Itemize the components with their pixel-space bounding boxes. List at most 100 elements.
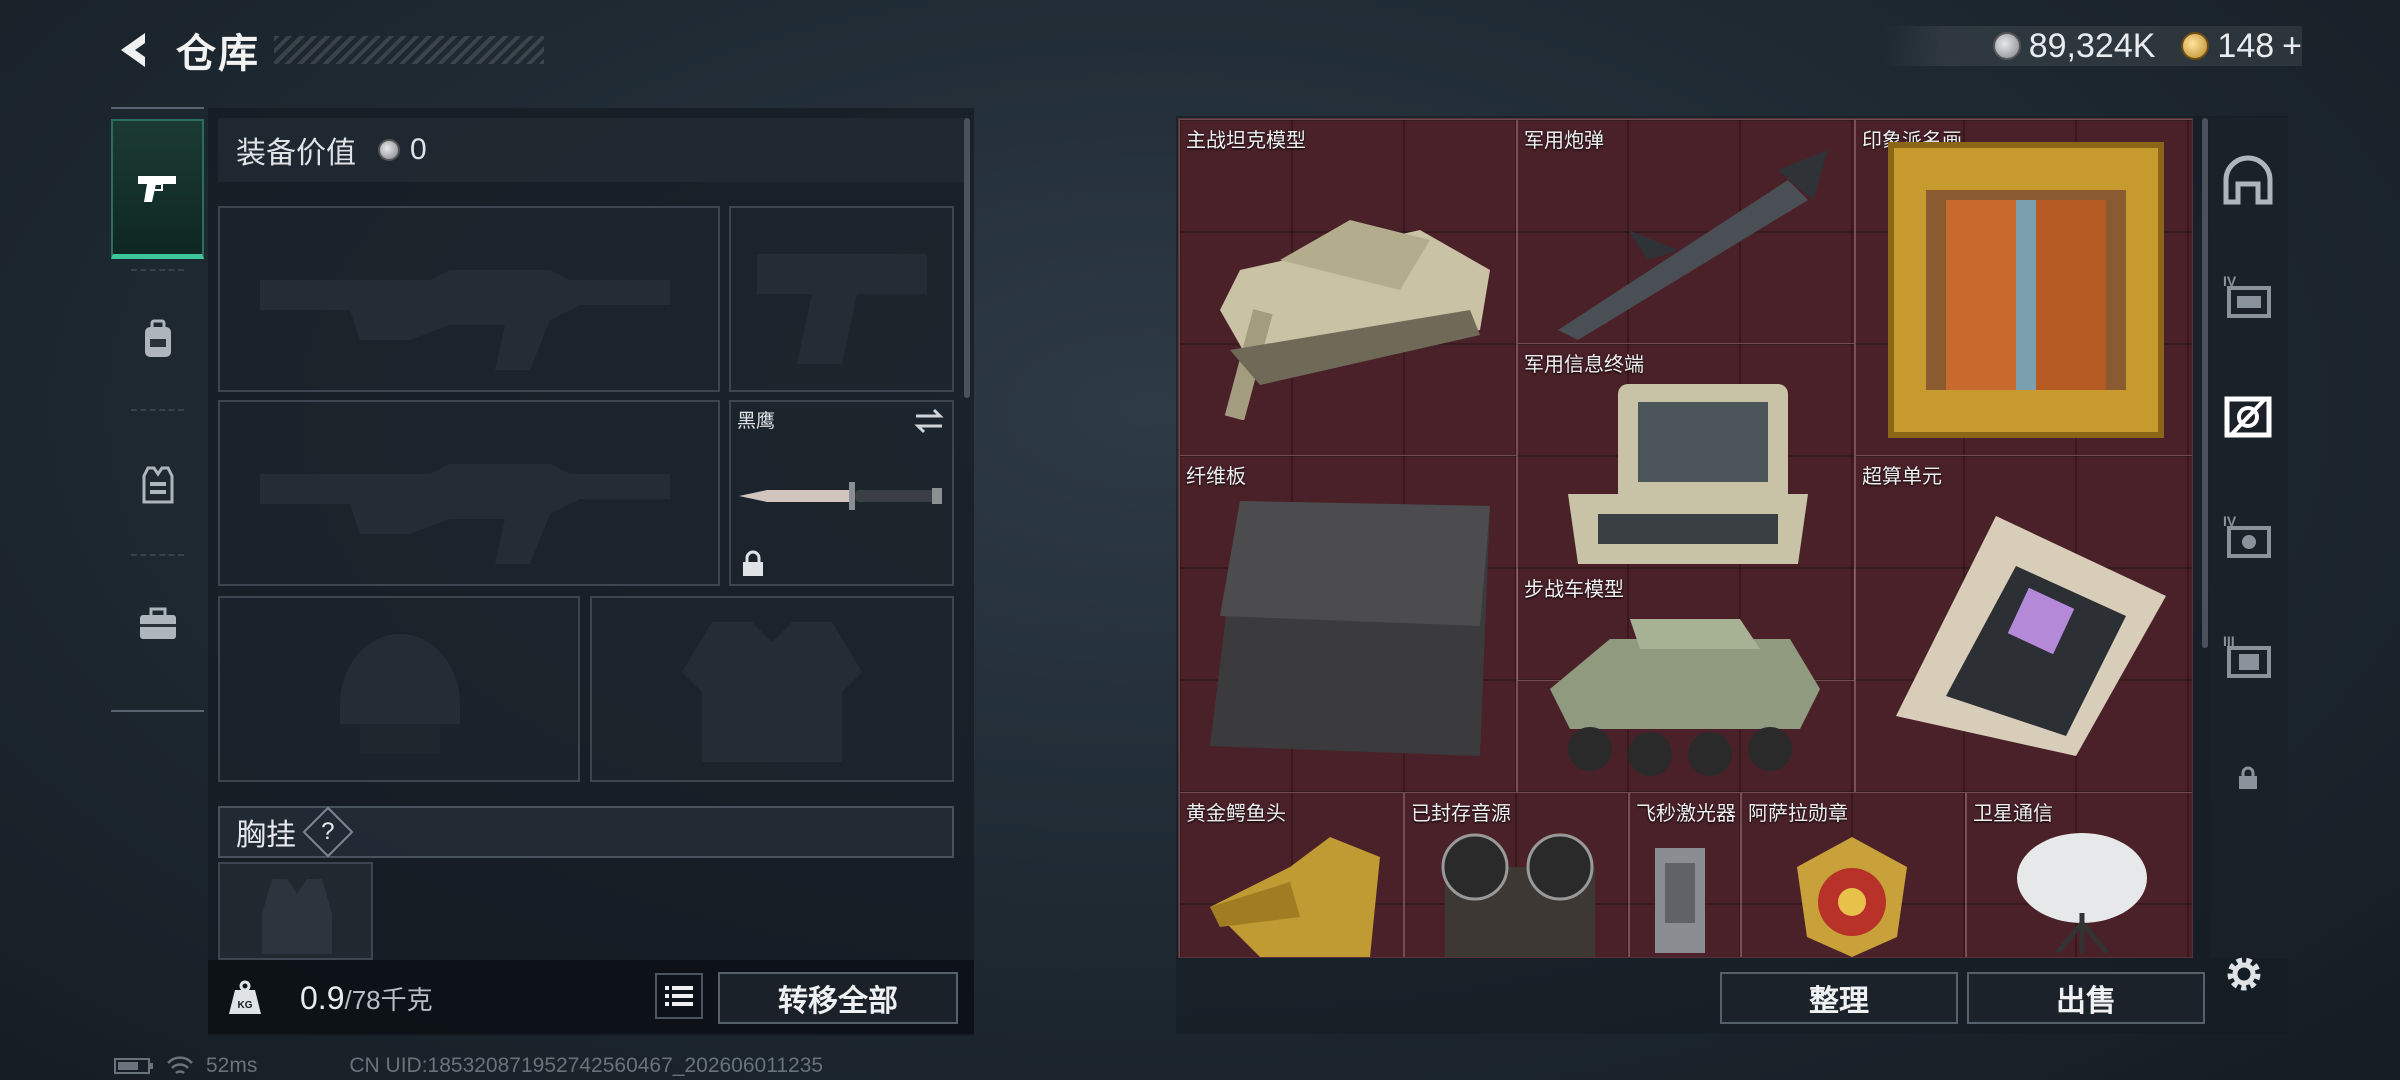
loadout-tabs xyxy=(111,107,204,712)
armor-slot[interactable] xyxy=(590,596,954,782)
storage-box-icon: IV xyxy=(2223,513,2271,558)
satellite-dish-icon xyxy=(2017,833,2147,953)
reel-recorder-icon xyxy=(1441,833,1595,957)
list-view-button[interactable] xyxy=(655,973,703,1019)
gold-amount: 148 xyxy=(2217,26,2275,65)
melee-name: 黑鹰 xyxy=(737,411,776,432)
item-name: 飞秒激光器 xyxy=(1636,803,1736,825)
swap-icon[interactable] xyxy=(912,408,946,434)
item-name: 卫星通信 xyxy=(1973,803,2053,825)
settings-button[interactable] xyxy=(2222,952,2272,1002)
storage-active-icon xyxy=(2224,396,2272,438)
list-icon xyxy=(665,986,693,1006)
helmet-slot[interactable] xyxy=(218,596,580,782)
chest-help-button[interactable]: ? xyxy=(302,806,354,858)
back-arrow-icon xyxy=(121,33,145,67)
silver-coin-icon xyxy=(378,139,400,161)
category-storage-iii[interactable]: III xyxy=(2218,625,2278,685)
chest-rig-label: 胸挂 xyxy=(236,819,296,852)
category-locked[interactable] xyxy=(2218,748,2278,808)
weight-current: 0.9 xyxy=(300,980,345,1016)
item-military-shell[interactable]: 军用炮弹 xyxy=(1517,119,1855,344)
golden-crocodile-icon xyxy=(1210,837,1380,957)
medal-icon xyxy=(1797,837,1907,957)
vest-icon xyxy=(142,466,173,504)
gold-add-button[interactable]: + xyxy=(2282,27,2302,66)
sort-button[interactable]: 整理 xyxy=(1720,972,1958,1024)
chest-rig-header: 胸挂 ? xyxy=(218,806,954,858)
pistol-icon xyxy=(137,175,176,202)
item-impressionist-painting[interactable]: 印象派名画 xyxy=(1855,119,2192,456)
item-name: 已封存音源 xyxy=(1411,803,1511,825)
item-name: 阿萨拉勋章 xyxy=(1748,803,1848,825)
currency-bar: 89,324K 148 + xyxy=(1882,26,2302,66)
storage-box-icon: IV xyxy=(2223,273,2271,318)
page-header: 仓库 xyxy=(110,20,544,80)
help-icon: ? xyxy=(321,817,335,845)
wifi-icon xyxy=(167,1056,193,1075)
item-femtosecond-laser[interactable]: 飞秒激光器 xyxy=(1629,793,1741,957)
painting-icon xyxy=(1888,142,2164,438)
item-name: 纤维板 xyxy=(1186,466,1246,488)
sell-button[interactable]: 出售 xyxy=(1967,972,2205,1024)
supercomputing-unit-icon xyxy=(1896,516,2166,756)
equip-value-label: 装备价值 xyxy=(236,137,356,170)
military-shell-icon xyxy=(1558,150,1828,340)
item-asara-medal[interactable]: 阿萨拉勋章 xyxy=(1741,793,1966,957)
silver-coin-icon xyxy=(1992,32,2021,60)
storage-grid[interactable]: 主战坦克模型 军用炮弹 印象派名画 军用信息终端 纤维板 超算单元 步战车模型 … xyxy=(1178,118,2193,958)
tank-model-icon xyxy=(1220,220,1490,420)
tab-weapons[interactable] xyxy=(111,119,204,259)
gold-coin-icon xyxy=(2181,32,2210,60)
storage-box-icon: III xyxy=(2223,633,2271,678)
rifle-silhouette-icon xyxy=(260,270,670,370)
item-satellite-communication[interactable]: 卫星通信 xyxy=(1966,793,2192,957)
laser-device-icon xyxy=(1655,848,1705,953)
silver-amount: 89,324K xyxy=(2028,26,2156,65)
category-storage-active[interactable] xyxy=(2218,385,2278,445)
status-bar: 52ms CN UID:18532087195274256046​7_20260… xyxy=(114,1054,823,1078)
melee-slot[interactable]: 黑鹰 xyxy=(729,400,954,586)
weight-max: /78千克 xyxy=(344,985,433,1015)
backpack-icon xyxy=(144,319,171,357)
ifv-model-icon xyxy=(1550,619,1820,776)
lock-icon xyxy=(2239,766,2257,789)
item-sealed-audio-source[interactable]: 已封存音源 xyxy=(1404,793,1629,957)
silver-currency[interactable]: 89,324K xyxy=(1992,26,2156,66)
rifle-silhouette-icon xyxy=(260,464,670,564)
storage-scrollbar[interactable] xyxy=(2202,118,2208,648)
lock-icon xyxy=(743,550,763,576)
category-storage-iv-a[interactable]: IV xyxy=(2218,265,2278,325)
uid-readout: CN UID:18532087195274256046​7_2026060112… xyxy=(349,1054,824,1077)
chest-rig-slot[interactable] xyxy=(218,862,373,960)
item-name: 步战车模型 xyxy=(1524,579,1624,601)
loadout-scrollbar[interactable] xyxy=(964,118,970,398)
item-name: 超算单元 xyxy=(1862,466,1942,488)
tab-toolbox[interactable] xyxy=(111,554,204,694)
category-storage-home[interactable] xyxy=(2218,150,2278,210)
item-ifv-model[interactable]: 步战车模型 xyxy=(1517,569,1855,793)
weight-icon: KG xyxy=(220,975,270,1021)
gold-currency[interactable]: 148 + xyxy=(2181,27,2302,66)
pistol-silhouette-icon xyxy=(757,254,927,364)
gear-icon xyxy=(2227,957,2261,991)
category-storage-iv-b[interactable]: IV xyxy=(2218,505,2278,565)
item-name: 主战坦克模型 xyxy=(1186,130,1306,152)
back-button[interactable] xyxy=(110,26,158,74)
primary-weapon-slot-2[interactable] xyxy=(218,400,720,586)
item-fiberboard[interactable]: 纤维板 xyxy=(1179,456,1517,793)
chest-rig-silhouette-icon xyxy=(262,879,332,954)
tab-vest[interactable] xyxy=(111,414,204,554)
tab-backpack[interactable] xyxy=(111,269,204,409)
secondary-weapon-slot[interactable] xyxy=(729,206,954,392)
military-terminal-icon xyxy=(1568,384,1808,564)
primary-weapon-slot[interactable] xyxy=(218,206,720,392)
weight-readout: 0.9/78千克 xyxy=(300,980,433,1017)
ping-readout: 52ms xyxy=(206,1054,258,1077)
transfer-all-button[interactable]: 转移全部 xyxy=(718,972,958,1024)
item-name: 黄金鳄鱼头 xyxy=(1186,803,1286,825)
item-golden-crocodile-head[interactable]: 黄金鳄鱼头 xyxy=(1179,793,1404,957)
item-supercomputing-unit[interactable]: 超算单元 xyxy=(1855,456,2192,793)
item-tank-model[interactable]: 主战坦克模型 xyxy=(1179,119,1517,456)
equip-value-bar: 装备价值 0 xyxy=(218,118,964,182)
